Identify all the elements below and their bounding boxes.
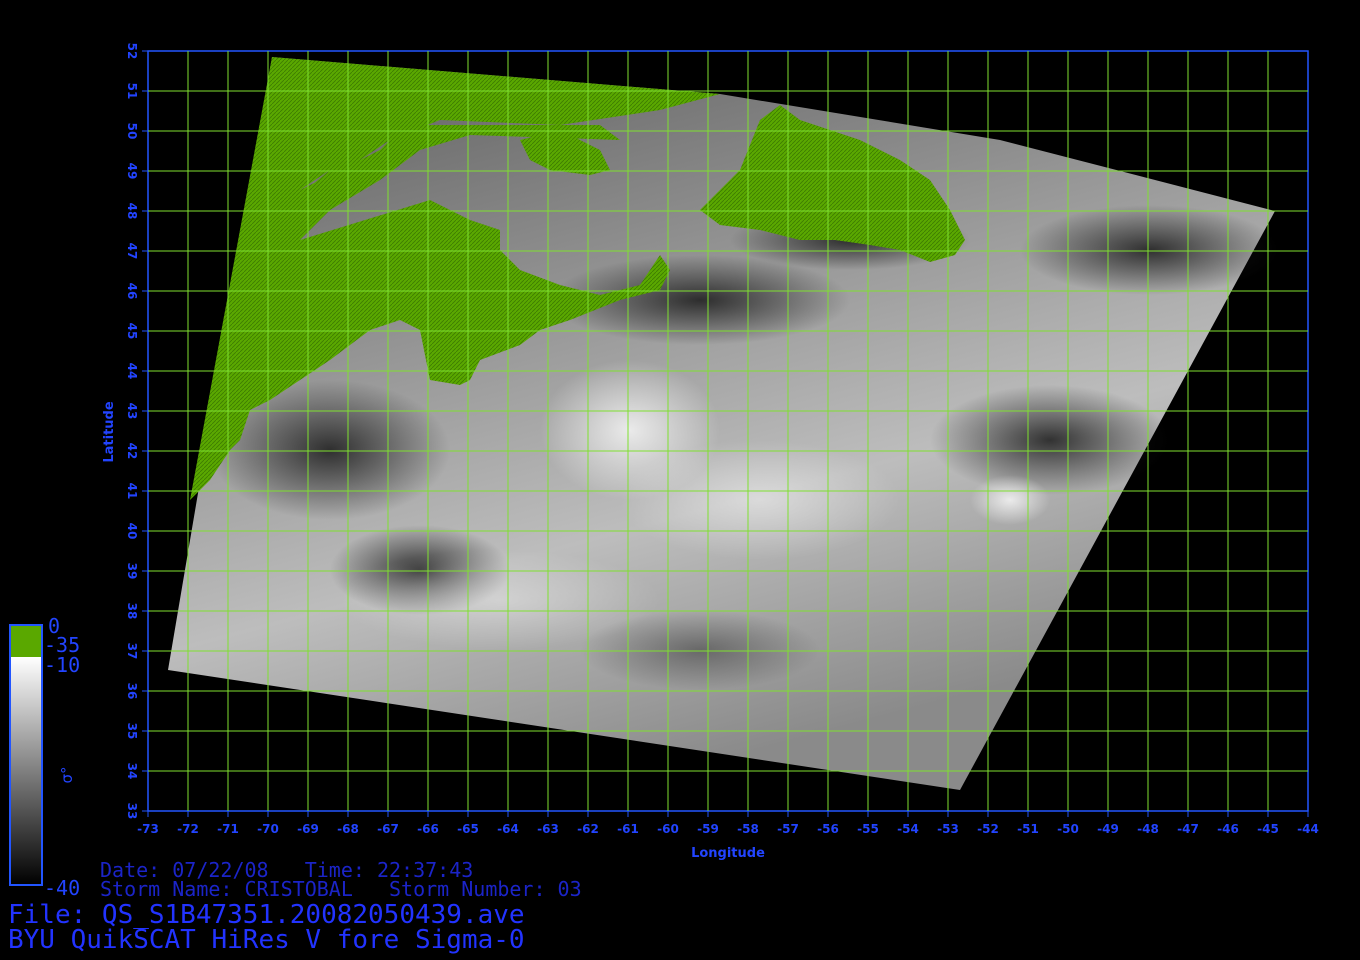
latitude-tick-label: 42: [125, 443, 139, 460]
longitude-tick-label: -55: [857, 822, 879, 836]
longitude-tick-label: -48: [1137, 822, 1159, 836]
longitude-tick-label: -50: [1057, 822, 1079, 836]
longitude-tick-label: -65: [457, 822, 479, 836]
longitude-tick-label: -45: [1257, 822, 1279, 836]
longitude-tick-label: -53: [937, 822, 959, 836]
latitude-tick-labels: 33 34 35 36 37 38 39 40 41 42 43 44 45 46 47 48 49 50 51 52: [125, 43, 148, 820]
latitude-tick-label: 35: [125, 723, 139, 740]
bright-region: [620, 440, 900, 560]
longitude-tick-label: -52: [977, 822, 999, 836]
latitude-tick-label: 45: [125, 323, 139, 340]
latitude-tick-label: 39: [125, 563, 139, 580]
x-axis-label: Longitude: [691, 846, 765, 861]
dark-region: [930, 385, 1170, 495]
latitude-tick-label: 47: [125, 243, 139, 260]
longitude-tick-label: -51: [1017, 822, 1039, 836]
longitude-tick-label: -56: [817, 822, 839, 836]
colorbar: 0 -35 -10 -40 σ°: [9, 614, 80, 900]
longitude-tick-label: -62: [577, 822, 599, 836]
longitude-tick-label: -54: [897, 822, 919, 836]
latitude-tick-label: 50: [125, 123, 139, 140]
longitude-tick-label: -71: [217, 822, 239, 836]
latitude-tick-label: 49: [125, 163, 139, 180]
latitude-tick-label: 46: [125, 283, 139, 300]
colorbar-bottom-label: -40: [44, 876, 80, 900]
longitude-tick-label: -46: [1217, 822, 1239, 836]
longitude-tick-label: -59: [697, 822, 719, 836]
longitude-tick-label: -67: [377, 822, 399, 836]
longitude-tick-label: -60: [657, 822, 679, 836]
longitude-tick-labels: -73 -72 -71 -70 -69 -68 -67 -66 -65 -64 -63 -62 -61 -…: [137, 811, 1319, 836]
latitude-tick-label: 33: [125, 803, 139, 820]
latitude-tick-label: 38: [125, 603, 139, 620]
latitude-tick-label: 48: [125, 203, 139, 220]
longitude-tick-label: -69: [297, 822, 319, 836]
latitude-tick-label: 43: [125, 403, 139, 420]
latitude-tick-label: 52: [125, 43, 139, 60]
longitude-tick-label: -72: [177, 822, 199, 836]
colorbar-land-swatch: [10, 625, 42, 657]
latitude-tick-label: 34: [125, 763, 139, 780]
colorbar-gradient: [10, 657, 42, 885]
bright-region: [970, 475, 1050, 525]
longitude-tick-label: -57: [777, 822, 799, 836]
dark-region: [1020, 205, 1280, 295]
longitude-tick-label: -58: [737, 822, 759, 836]
latitude-tick-label: 36: [125, 683, 139, 700]
y-axis-label: Latitude: [102, 401, 117, 463]
longitude-tick-label: -64: [497, 822, 519, 836]
longitude-tick-label: -44: [1297, 822, 1319, 836]
latitude-tick-label: 44: [125, 363, 139, 380]
longitude-tick-label: -70: [257, 822, 279, 836]
latitude-tick-label: 40: [125, 523, 139, 540]
colorbar-mid-label: -10: [44, 653, 80, 677]
latitude-tick-label: 37: [125, 643, 139, 660]
latitude-tick-label: 41: [125, 483, 139, 500]
longitude-tick-label: -47: [1177, 822, 1199, 836]
longitude-tick-label: -73: [137, 822, 159, 836]
longitude-tick-label: -63: [537, 822, 559, 836]
sigma0-map: -73 -72 -71 -70 -69 -68 -67 -66 -65 -64 -63 -62 -61 -…: [9, 43, 1319, 900]
longitude-tick-label: -66: [417, 822, 439, 836]
product-line: BYU QuikSCAT HiRes V fore Sigma-0: [8, 925, 525, 955]
storm-line: Storm Name: CRISTOBAL Storm Number: 03: [100, 877, 582, 901]
colorbar-symbol: σ°: [58, 766, 76, 783]
longitude-tick-label: -68: [337, 822, 359, 836]
longitude-tick-label: -61: [617, 822, 639, 836]
longitude-tick-label: -49: [1097, 822, 1119, 836]
latitude-tick-label: 51: [125, 83, 139, 100]
